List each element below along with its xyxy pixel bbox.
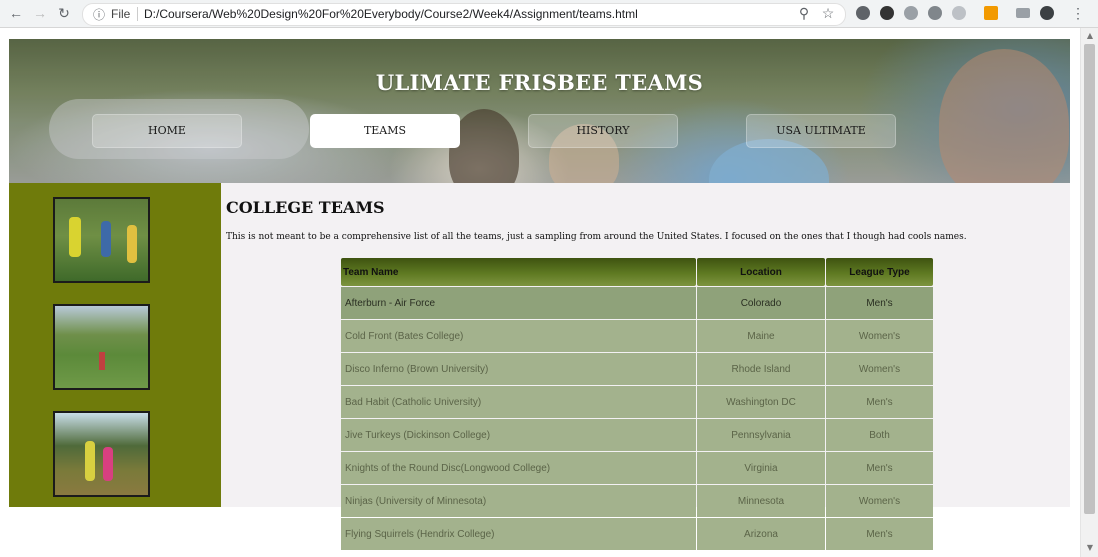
cell-location: Rhode Island [697, 353, 825, 385]
header-team-name: Team Name [341, 258, 696, 286]
nav-usa-ultimate[interactable]: USA ULTIMATE [746, 114, 896, 148]
back-icon[interactable]: ← [8, 5, 24, 21]
forward-icon[interactable]: → [32, 5, 48, 21]
browser-toolbar: ← → ↻ ⓘ File D:/Coursera/Web%20Design%20… [0, 0, 1098, 28]
cell-location: Arizona [697, 518, 825, 550]
extension-icon[interactable] [880, 6, 894, 20]
table-row: Cold Front (Bates College) Maine Women's [341, 320, 933, 352]
cell-location: Pennsylvania [697, 419, 825, 451]
file-label: File [111, 7, 131, 21]
extension-icon[interactable] [984, 6, 998, 20]
menu-dots-icon[interactable]: ⋮ [1070, 5, 1086, 21]
cell-location: Washington DC [697, 386, 825, 418]
cell-team-name: Jive Turkeys (Dickinson College) [341, 419, 696, 451]
table-row: Bad Habit (Catholic University) Washingt… [341, 386, 933, 418]
cell-league-type: Men's [826, 518, 933, 550]
cell-league-type: Women's [826, 320, 933, 352]
cell-location: Minnesota [697, 485, 825, 517]
cell-location: Colorado [697, 287, 825, 319]
page-viewport: ULIMATE FRISBEE TEAMS HOME TEAMS HISTORY… [0, 28, 1080, 557]
table-row: Ninjas (University of Minnesota) Minneso… [341, 485, 933, 517]
cell-team-name: Bad Habit (Catholic University) [341, 386, 696, 418]
cell-league-type: Both [826, 419, 933, 451]
nav-home[interactable]: HOME [92, 114, 242, 148]
header-banner: ULIMATE FRISBEE TEAMS HOME TEAMS HISTORY… [9, 39, 1070, 183]
scrollbar-thumb[interactable] [1084, 44, 1095, 514]
extension-icon[interactable] [928, 6, 942, 20]
zoom-icon[interactable]: ⚲ [796, 5, 812, 21]
team-photo-1 [53, 197, 150, 283]
avatar[interactable] [1040, 6, 1054, 20]
header-location: Location [697, 258, 825, 286]
table-row: Disco Inferno (Brown University) Rhode I… [341, 353, 933, 385]
cell-league-type: Women's [826, 485, 933, 517]
table-row: Jive Turkeys (Dickinson College) Pennsyl… [341, 419, 933, 451]
cell-team-name: Knights of the Round Disc(Longwood Colle… [341, 452, 696, 484]
cell-team-name: Cold Front (Bates College) [341, 320, 696, 352]
cell-team-name: Ninjas (University of Minnesota) [341, 485, 696, 517]
cell-team-name: Flying Squirrels (Hendrix College) [341, 518, 696, 550]
cell-league-type: Men's [826, 287, 933, 319]
star-icon[interactable]: ☆ [820, 5, 836, 21]
table-row: Flying Squirrels (Hendrix College) Arizo… [341, 518, 933, 550]
cell-location: Maine [697, 320, 825, 352]
cell-team-name: Disco Inferno (Brown University) [341, 353, 696, 385]
table-header-row: Team Name Location League Type [341, 258, 933, 286]
url-text[interactable]: D:/Coursera/Web%20Design%20For%20Everybo… [144, 7, 638, 21]
team-photo-2 [53, 304, 150, 390]
nav-teams[interactable]: TEAMS [310, 114, 460, 148]
info-icon[interactable]: ⓘ [93, 6, 105, 23]
table-row: Knights of the Round Disc(Longwood Colle… [341, 452, 933, 484]
table-row: Afterburn - Air Force Colorado Men's [341, 287, 933, 319]
extension-icon[interactable] [952, 6, 966, 20]
extension-icon[interactable] [856, 6, 870, 20]
header-league-type: League Type [826, 258, 933, 286]
nav-history[interactable]: HISTORY [528, 114, 678, 148]
scroll-down-icon[interactable]: ▼ [1085, 543, 1095, 553]
cell-location: Virginia [697, 452, 825, 484]
cell-league-type: Men's [826, 452, 933, 484]
teams-table: Team Name Location League Type Afterburn… [340, 257, 934, 551]
cell-league-type: Men's [826, 386, 933, 418]
cell-league-type: Women's [826, 353, 933, 385]
intro-text: This is not meant to be a comprehensive … [226, 232, 967, 242]
cell-team-name: Afterburn - Air Force [341, 287, 696, 319]
extension-icon[interactable] [1016, 8, 1030, 18]
page-title: COLLEGE TEAMS [226, 198, 385, 217]
sidebar [9, 183, 221, 507]
address-bar[interactable]: ⓘ File D:/Coursera/Web%20Design%20For%20… [82, 3, 846, 26]
team-photo-3 [53, 411, 150, 497]
scroll-up-icon[interactable]: ▲ [1085, 31, 1095, 41]
omnibox-divider [137, 7, 138, 21]
site-title: ULIMATE FRISBEE TEAMS [375, 70, 704, 95]
extension-icon[interactable] [904, 6, 918, 20]
reload-icon[interactable]: ↻ [56, 5, 72, 21]
vertical-scrollbar[interactable]: ▲ ▼ [1080, 28, 1098, 557]
